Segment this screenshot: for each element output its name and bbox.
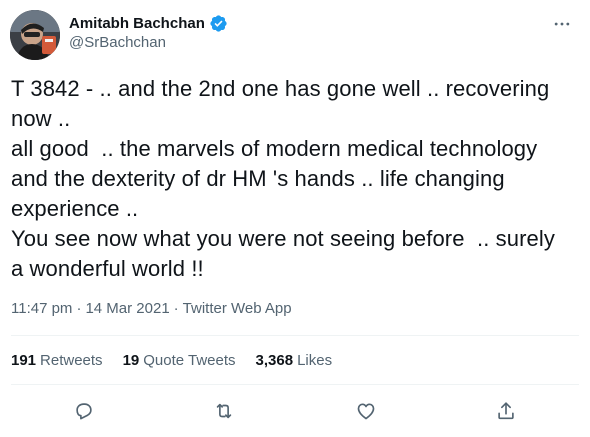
meta-separator: · — [173, 300, 179, 317]
quote-tweets-stat[interactable]: 19 Quote Tweets — [123, 352, 236, 369]
avatar-image — [10, 10, 60, 60]
tweet-card: Amitabh Bachchan @SrBachchan T 3842 - ..… — [0, 0, 590, 437]
engagement-stats: 191 Retweets 19 Quote Tweets 3,368 Likes — [11, 352, 352, 369]
meta-separator: · — [76, 300, 82, 317]
tweet-date[interactable]: 14 Mar 2021 — [85, 300, 169, 317]
tweet-source[interactable]: Twitter Web App — [183, 300, 292, 317]
tweet-time[interactable]: 11:47 pm — [11, 300, 72, 317]
user-handle[interactable]: @SrBachchan — [69, 34, 166, 51]
share-icon[interactable] — [491, 396, 521, 426]
tweet-meta: 11:47 pm · 14 Mar 2021 · Twitter Web App — [11, 300, 292, 317]
action-bar — [0, 396, 590, 426]
verified-badge-icon — [209, 14, 228, 33]
avatar[interactable] — [10, 10, 60, 60]
retweet-icon[interactable] — [209, 396, 239, 426]
heart-icon[interactable] — [351, 396, 381, 426]
likes-stat[interactable]: 3,368 Likes — [256, 352, 333, 369]
divider — [11, 335, 579, 336]
likes-count: 3,368 — [255, 352, 294, 369]
quote-tweets-label: Quote Tweets — [143, 352, 236, 369]
likes-label: Likes — [297, 352, 333, 369]
display-name[interactable]: Amitabh Bachchan — [69, 15, 205, 32]
quote-tweets-count: 19 — [122, 352, 140, 369]
name-row: Amitabh Bachchan — [69, 12, 228, 34]
retweets-label: Retweets — [40, 352, 103, 369]
reply-icon[interactable] — [69, 396, 99, 426]
retweets-count: 191 — [11, 352, 37, 369]
tweet-text: T 3842 - .. and the 2nd one has gone wel… — [11, 76, 555, 281]
retweets-stat[interactable]: 191 Retweets — [11, 352, 103, 369]
divider — [11, 384, 579, 385]
more-horizontal-icon[interactable] — [552, 14, 572, 34]
